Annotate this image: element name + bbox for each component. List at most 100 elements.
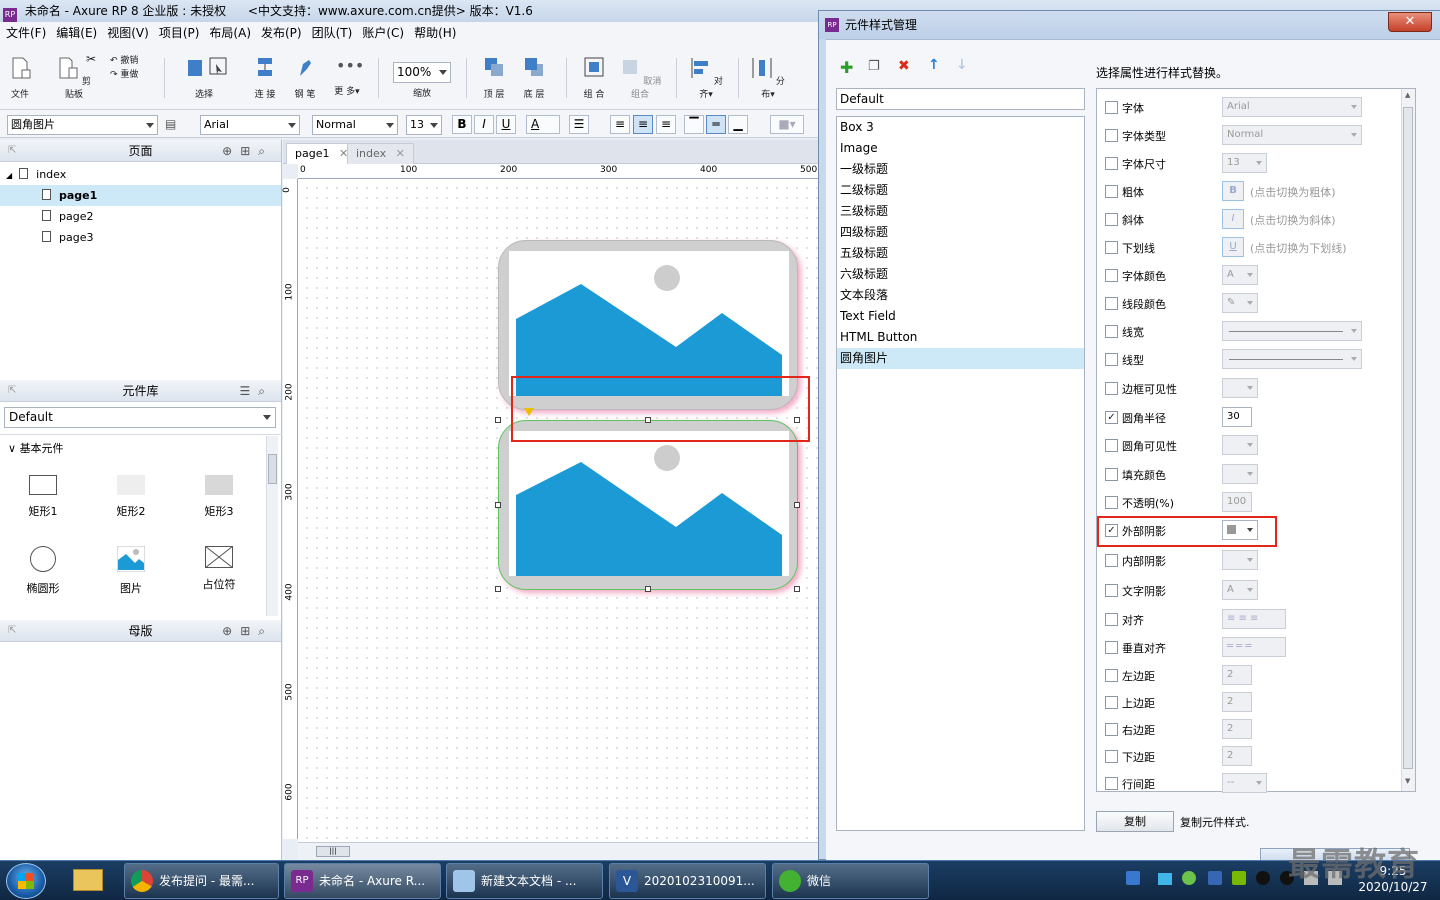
checkbox[interactable] xyxy=(1105,101,1118,114)
taskbar-item-chrome[interactable]: 发布提问 - 最需... xyxy=(124,863,279,899)
property-scrollbar[interactable]: ▲ ▼ xyxy=(1401,89,1415,791)
resize-handle[interactable] xyxy=(495,502,501,508)
style-manager-icon[interactable]: ▤ xyxy=(165,117,176,131)
align-left-icon[interactable]: ≡ xyxy=(610,115,630,134)
font-combo[interactable]: Arial xyxy=(200,115,300,135)
style-item[interactable]: 五级标题 xyxy=(837,243,1084,264)
checkbox[interactable] xyxy=(1105,439,1118,452)
bring-front-button[interactable]: 顶 层 xyxy=(478,56,510,100)
padding-top-input[interactable]: 2 xyxy=(1222,692,1252,712)
redo-button[interactable]: ↷ 重做 xyxy=(110,68,150,82)
checkbox[interactable] xyxy=(1105,696,1118,709)
checkbox[interactable] xyxy=(1105,269,1118,282)
font-color-button[interactable]: A xyxy=(526,115,560,134)
border-visibility-picker[interactable] xyxy=(1222,378,1258,398)
widget-style-combo[interactable]: 圆角图片 xyxy=(7,115,158,135)
style-item[interactable]: 二级标题 xyxy=(837,180,1084,201)
padding-bottom-input[interactable]: 2 xyxy=(1222,746,1252,766)
padding-left-input[interactable]: 2 xyxy=(1222,665,1252,685)
style-item[interactable]: 六级标题 xyxy=(837,264,1084,285)
delete-style-icon[interactable]: ✖ xyxy=(898,58,910,74)
taskbar-item-wechat[interactable]: 微信 xyxy=(772,863,929,899)
dialog-close-button[interactable]: ✕ xyxy=(1388,12,1432,32)
tree-item-page3[interactable]: page3 xyxy=(0,227,281,248)
checkbox[interactable] xyxy=(1105,669,1118,682)
send-back-button[interactable]: 底 层 xyxy=(518,56,550,100)
tree-item-page1[interactable]: page1 xyxy=(0,185,281,206)
checkbox[interactable] xyxy=(1105,468,1118,481)
italic-toggle[interactable]: I xyxy=(1222,209,1244,229)
widget-rect3[interactable]: 矩形3 xyxy=(189,475,249,519)
style-item[interactable]: 四级标题 xyxy=(837,222,1084,243)
checkbox[interactable] xyxy=(1105,777,1118,790)
line-style-select[interactable] xyxy=(1222,349,1362,369)
valign-middle-icon[interactable]: ═ xyxy=(706,115,726,134)
widget-image[interactable]: 图片 xyxy=(101,546,161,596)
copy-button[interactable]: 复制 xyxy=(1096,811,1174,832)
style-item[interactable]: Box 3 xyxy=(837,117,1084,138)
font-size-combo[interactable]: 13 xyxy=(406,115,442,135)
opacity-input[interactable]: 100 xyxy=(1222,492,1252,512)
duplicate-style-icon[interactable]: ❐ xyxy=(868,59,880,74)
move-up-icon[interactable]: ↑ xyxy=(928,57,940,73)
bullet-list-icon[interactable]: ☰ xyxy=(569,115,589,134)
align-button[interactable]: 对 齐▾ xyxy=(688,56,724,100)
resize-handle[interactable] xyxy=(794,502,800,508)
checkbox[interactable] xyxy=(1105,723,1118,736)
menu-publish[interactable]: 发布(P) xyxy=(261,26,302,40)
checkbox[interactable] xyxy=(1105,157,1118,170)
font-size-select[interactable]: 13 xyxy=(1222,153,1267,173)
masters-tools[interactable]: ⊕⊞⌕ xyxy=(222,620,273,642)
fill-color-icon[interactable]: ■▾ xyxy=(770,115,804,134)
checkbox[interactable] xyxy=(1105,325,1118,338)
font-type-combo[interactable]: Normal xyxy=(312,115,398,135)
checkbox[interactable] xyxy=(1105,213,1118,226)
pen-button[interactable]: 钢 笔 xyxy=(290,56,320,100)
cut-icon[interactable]: ✂ xyxy=(84,52,98,66)
zoom-combo[interactable]: 100% xyxy=(393,62,451,83)
fill-color-picker[interactable] xyxy=(1222,464,1258,484)
resize-handle[interactable] xyxy=(495,586,501,592)
add-style-icon[interactable]: ✚ xyxy=(840,58,853,77)
bold-toggle[interactable]: B xyxy=(1222,181,1244,201)
checkbox[interactable] xyxy=(1105,297,1118,310)
menu-help[interactable]: 帮助(H) xyxy=(414,26,456,40)
resize-handle[interactable] xyxy=(645,586,651,592)
text-shadow-picker[interactable]: A xyxy=(1222,580,1258,600)
ungroup-button[interactable]: 取消 组合 xyxy=(618,56,662,100)
menu-account[interactable]: 账户(C) xyxy=(362,26,404,40)
checkbox[interactable] xyxy=(1105,185,1118,198)
valign-top-icon[interactable]: ▔ xyxy=(684,115,704,134)
style-item[interactable]: 一级标题 xyxy=(837,159,1084,180)
checkbox[interactable] xyxy=(1105,129,1118,142)
checkbox[interactable] xyxy=(1105,554,1118,567)
resize-handle[interactable] xyxy=(794,586,800,592)
group-button[interactable]: 组 合 xyxy=(578,56,610,100)
line-spacing-select[interactable]: -- xyxy=(1222,773,1267,793)
taskbar-item-notepad[interactable]: 新建文本文档 - ... xyxy=(446,863,603,899)
checkbox[interactable] xyxy=(1105,382,1118,395)
tree-item-index[interactable]: ◢ index xyxy=(0,164,281,185)
checkbox[interactable] xyxy=(1105,750,1118,763)
move-down-icon[interactable]: ↓ xyxy=(956,57,968,73)
tab-index[interactable]: index ✕ xyxy=(347,143,414,164)
pages-tools[interactable]: ⊕⊞⌕ xyxy=(222,140,273,162)
checkbox[interactable] xyxy=(1105,641,1118,654)
valign-buttons[interactable]: ═ ═ ═ xyxy=(1222,637,1286,657)
checkbox[interactable] xyxy=(1105,613,1118,626)
library-scrollbar[interactable] xyxy=(266,436,278,616)
menu-layout[interactable]: 布局(A) xyxy=(209,26,251,40)
bold-button[interactable]: B xyxy=(452,115,472,134)
line-width-select[interactable] xyxy=(1222,321,1362,341)
underline-button[interactable]: U xyxy=(496,115,516,134)
taskbar-item-axure[interactable]: RP 未命名 - Axure R... xyxy=(284,863,441,899)
inner-shadow-picker[interactable] xyxy=(1222,550,1258,570)
menu-edit[interactable]: 编辑(E) xyxy=(56,26,97,40)
checkbox[interactable] xyxy=(1105,241,1118,254)
resize-handle[interactable] xyxy=(495,417,501,423)
style-item[interactable]: HTML Button xyxy=(837,327,1084,348)
tree-item-page2[interactable]: page2 xyxy=(0,206,281,227)
corner-visibility-picker[interactable] xyxy=(1222,435,1258,455)
explorer-button[interactable] xyxy=(60,863,118,899)
default-style-field[interactable]: Default xyxy=(836,88,1085,110)
